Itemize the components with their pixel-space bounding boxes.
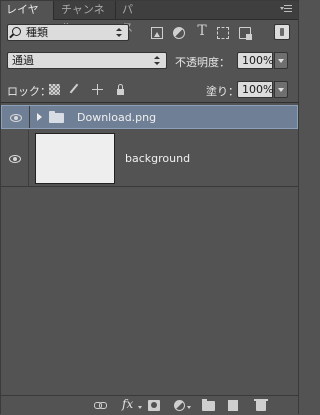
eye-icon [9,155,21,163]
opacity-dropdown-button[interactable] [274,52,288,69]
lock-image-pixels-icon[interactable] [69,84,80,95]
smart-object-filter-icon[interactable] [239,27,252,40]
link-layers-icon[interactable] [94,400,107,411]
new-layer-icon[interactable] [228,400,238,411]
folder-icon [49,111,64,123]
select-arrows-icon [116,28,123,37]
layer-row-group[interactable]: Download.png [1,105,298,129]
fill-dropdown-button[interactable] [274,81,288,98]
fill-label: 塗り： [206,85,239,98]
tab-paths[interactable]: パス [117,1,147,34]
layer-name[interactable]: background [125,152,190,165]
filter-kind-select[interactable]: 種類 [7,24,129,41]
trash-icon[interactable] [254,399,268,411]
select-arrows-icon [154,56,161,65]
tab-channels[interactable]: チャンネル [56,1,116,34]
lock-all-icon[interactable] [115,84,126,95]
blend-mode-select[interactable]: 通過 [7,52,167,69]
layer-thumbnail [35,133,115,184]
fill-input[interactable]: 100% [237,81,273,98]
lock-transparent-pixels-icon[interactable] [49,84,60,95]
bottom-toolbar: fx [1,395,298,415]
shape-filter-icon[interactable] [217,27,229,39]
add-mask-icon[interactable] [148,400,160,411]
type-filter-icon[interactable]: T [195,23,209,39]
new-group-icon[interactable] [202,399,215,411]
submenu-arrow-icon [138,406,142,409]
adjustment-filter-icon[interactable] [173,27,185,39]
layers-panel: レイヤー チャンネル パス 種類 T 通過 不透明度： 100% ロック： 塗り… [0,0,299,415]
new-adjustment-layer-icon[interactable] [174,400,185,411]
visibility-toggle[interactable] [1,130,29,186]
layer-row-background[interactable]: background [1,130,298,187]
filter-toggle-switch[interactable] [274,24,290,40]
divider [1,102,298,103]
disclosure-triangle-icon[interactable] [37,113,42,121]
opacity-label: 不透明度： [175,56,230,69]
tab-layers[interactable]: レイヤー [1,1,54,34]
submenu-arrow-icon [187,406,191,409]
filter-kind-label: 種類 [26,26,48,39]
blend-mode-value: 通過 [12,54,34,67]
eye-icon [10,114,22,122]
image-filter-icon[interactable] [151,27,163,39]
lock-position-icon[interactable] [92,84,103,95]
opacity-input[interactable]: 100% [237,52,273,69]
layer-style-icon[interactable]: fx [122,398,138,410]
layer-name[interactable]: Download.png [77,111,156,124]
search-icon [12,27,21,36]
panel-menu-icon[interactable] [280,3,294,15]
lock-label: ロック： [7,85,51,98]
visibility-toggle[interactable] [2,106,30,128]
panel-tab-bar: レイヤー チャンネル パス [1,1,298,34]
